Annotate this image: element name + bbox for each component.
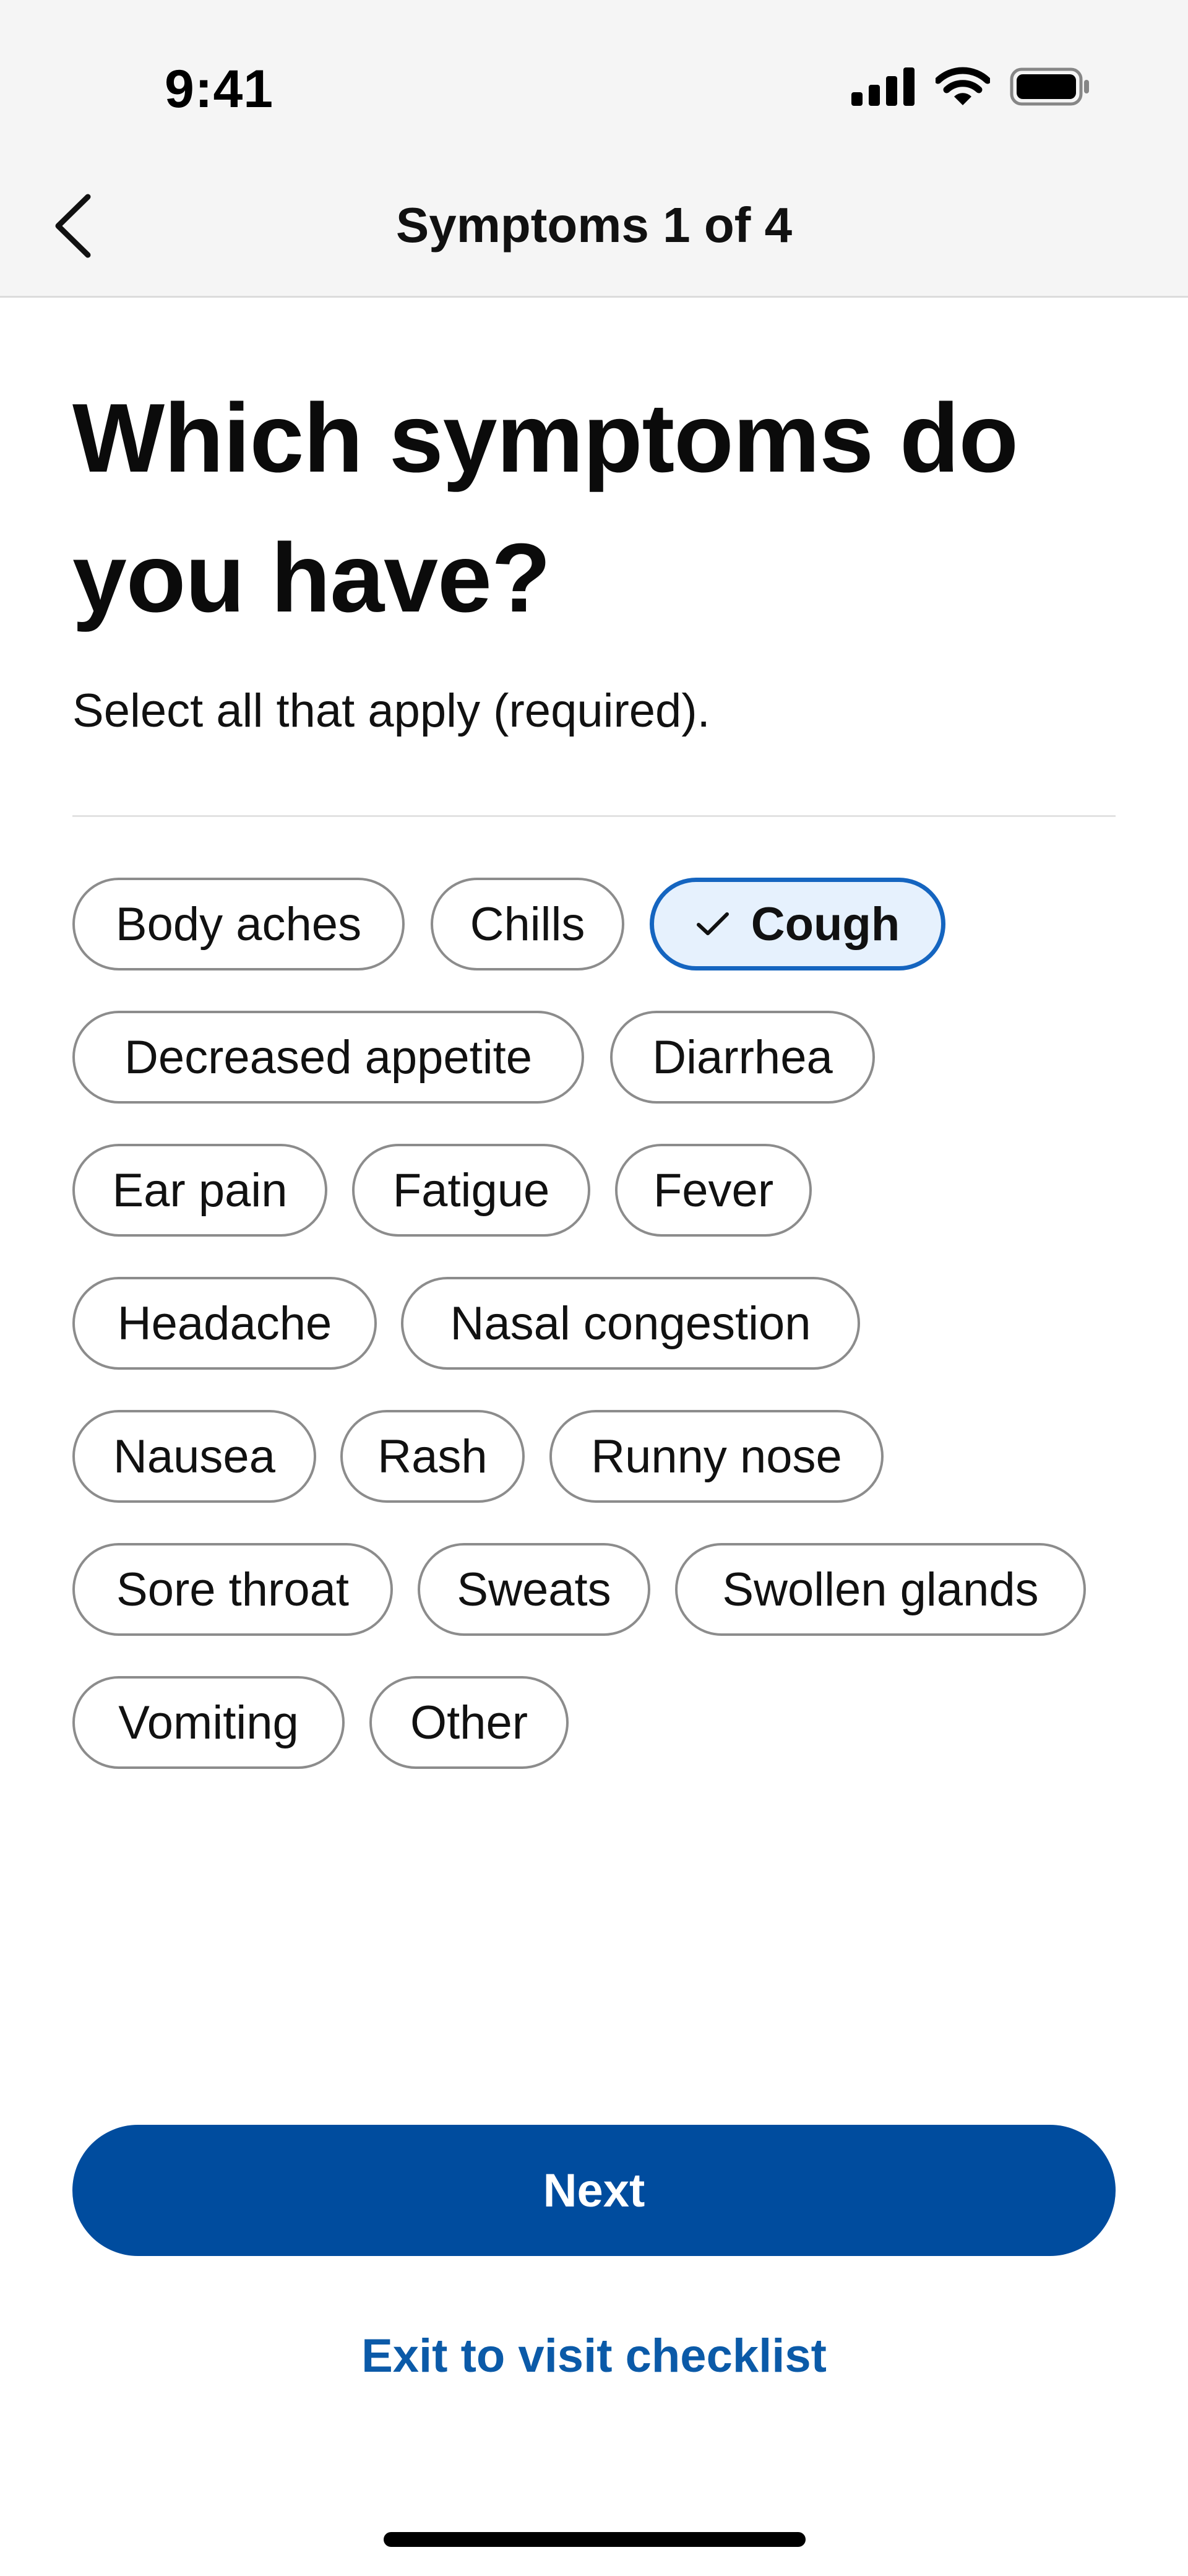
status-time: 9:41 [165, 59, 274, 119]
chip-label: Sore throat [116, 1563, 349, 1616]
chip-label: Swollen glands [722, 1563, 1039, 1616]
symptom-chip-nasal-congestion[interactable]: Nasal congestion [401, 1277, 860, 1370]
chip-label: Fever [653, 1164, 774, 1217]
symptom-chip-headache[interactable]: Headache [72, 1277, 377, 1370]
status-icons [851, 67, 1090, 106]
home-indicator [384, 2532, 806, 2547]
symptom-chip-other[interactable]: Other [369, 1676, 569, 1769]
symptom-chip-diarrhea[interactable]: Diarrhea [610, 1011, 875, 1104]
battery-icon [1010, 67, 1089, 106]
chip-label: Cough [751, 897, 900, 951]
symptom-chip-vomiting[interactable]: Vomiting [72, 1676, 345, 1769]
symptom-chip-nausea[interactable]: Nausea [72, 1410, 316, 1503]
chip-label: Nausea [113, 1430, 275, 1483]
symptom-chip-swollen-glands[interactable]: Swollen glands [675, 1543, 1086, 1636]
chip-label: Chills [470, 897, 585, 951]
chip-label: Fatigue [392, 1164, 550, 1217]
chip-label: Diarrhea [652, 1031, 833, 1084]
symptom-chip-sweats[interactable]: Sweats [418, 1543, 650, 1636]
page-title: Symptoms 1 of 4 [395, 197, 793, 253]
divider [72, 815, 1116, 817]
question-heading: Which symptoms do you have? [72, 384, 1018, 633]
exit-to-checklist-link[interactable]: Exit to visit checklist [0, 2329, 1188, 2383]
symptom-chip-fatigue[interactable]: Fatigue [352, 1144, 590, 1237]
symptom-chip-body-aches[interactable]: Body aches [72, 878, 405, 970]
symptom-chip-fever[interactable]: Fever [615, 1144, 812, 1237]
chip-label: Decreased appetite [124, 1031, 533, 1084]
top-bar: 9:41 Symptoms 1 of 4 [0, 0, 1188, 298]
chip-label: Body aches [115, 897, 362, 951]
chip-label: Rash [377, 1430, 488, 1483]
symptom-chip-sore-throat[interactable]: Sore throat [72, 1543, 393, 1636]
chip-label: Nasal congestion [450, 1297, 811, 1350]
chip-label: Vomiting [118, 1696, 299, 1749]
chip-label: Headache [117, 1297, 332, 1350]
chip-label: Sweats [457, 1563, 611, 1616]
symptom-chip-cough[interactable]: Cough [650, 878, 945, 970]
symptom-chip-chills[interactable]: Chills [431, 878, 624, 970]
symptom-chip-ear-pain[interactable]: Ear pain [72, 1144, 327, 1237]
symptom-chip-rash[interactable]: Rash [340, 1410, 525, 1503]
symptom-chip-runny-nose[interactable]: Runny nose [549, 1410, 884, 1503]
next-button[interactable]: Next [72, 2125, 1116, 2256]
chip-label: Other [410, 1696, 528, 1749]
chip-label: Ear pain [112, 1164, 288, 1217]
checkmark-icon [695, 910, 730, 938]
question-instruction: Select all that apply (required). [72, 685, 710, 737]
cellular-signal-icon [851, 67, 915, 106]
wifi-icon [936, 67, 990, 105]
chip-label: Runny nose [591, 1430, 842, 1483]
symptom-chip-decreased-appetite[interactable]: Decreased appetite [72, 1011, 584, 1104]
